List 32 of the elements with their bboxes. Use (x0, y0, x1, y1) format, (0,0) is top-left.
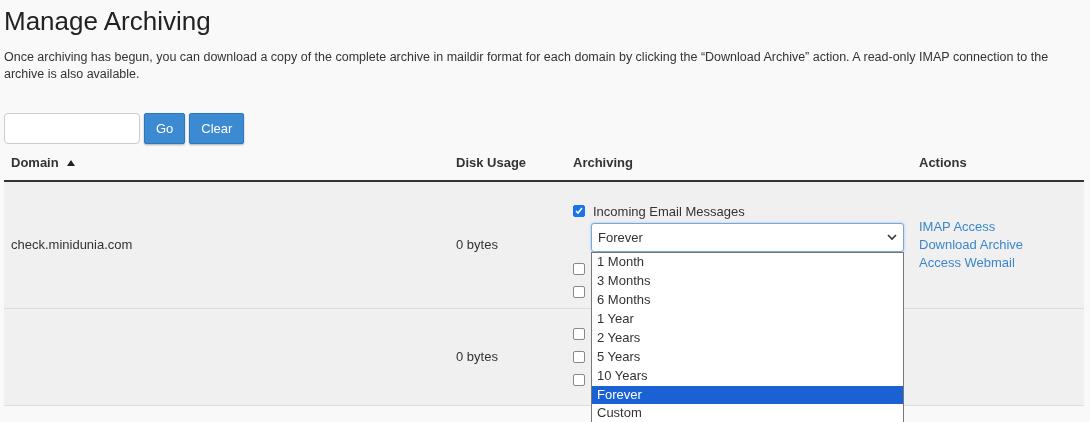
dropdown-option[interactable]: 1 Year (592, 309, 903, 329)
checkbox-label: Incoming Email Messages (593, 202, 745, 221)
column-header: Archiving (573, 154, 633, 173)
dropdown-option[interactable]: 5 Years (592, 347, 903, 367)
column-header: Disk Usage (456, 154, 527, 173)
dropdown-option[interactable]: Custom (592, 404, 903, 422)
disk-usage-text: 0 bytes (456, 347, 498, 366)
checkbox[interactable] (573, 350, 585, 363)
action-link[interactable]: Download Archive (919, 235, 1024, 254)
clear-button[interactable]: Clear (189, 113, 245, 145)
retention-select[interactable]: Forever (591, 223, 904, 253)
dropdown-option[interactable]: 3 Months (592, 272, 903, 291)
dropdown-option[interactable]: 2 Years (592, 328, 903, 348)
dropdown-option[interactable]: Forever (592, 385, 903, 405)
chevron-icon[interactable] (887, 234, 897, 242)
checkbox[interactable] (573, 327, 585, 340)
dropdown-option[interactable]: 6 Months (592, 291, 903, 310)
dropdown-option[interactable]: 10 Years (592, 366, 903, 386)
page-title: Manage Archiving (4, 6, 212, 38)
checkbox[interactable] (573, 286, 585, 299)
column-header: Actions (919, 154, 967, 173)
dropdown-option[interactable]: 1 Month (592, 253, 903, 273)
column-header[interactable]: Domain (11, 153, 59, 173)
checkbox[interactable] (573, 205, 585, 218)
go-button[interactable]: Go (144, 113, 186, 145)
search-field[interactable] (4, 113, 140, 145)
checkbox[interactable] (573, 263, 585, 276)
domain-text: check.minidunia.com (11, 235, 133, 254)
sort-ascending-icon[interactable] (66, 159, 75, 166)
checkbox[interactable] (573, 373, 585, 386)
description-text: Once archiving has begun, you can download a copy of the complete archive in maildir format for each domain by clicking the “Download Archive” action. A read-only IMAP connection to the archive is also available. (4, 49, 1050, 84)
disk-usage-text: 0 bytes (456, 235, 498, 254)
